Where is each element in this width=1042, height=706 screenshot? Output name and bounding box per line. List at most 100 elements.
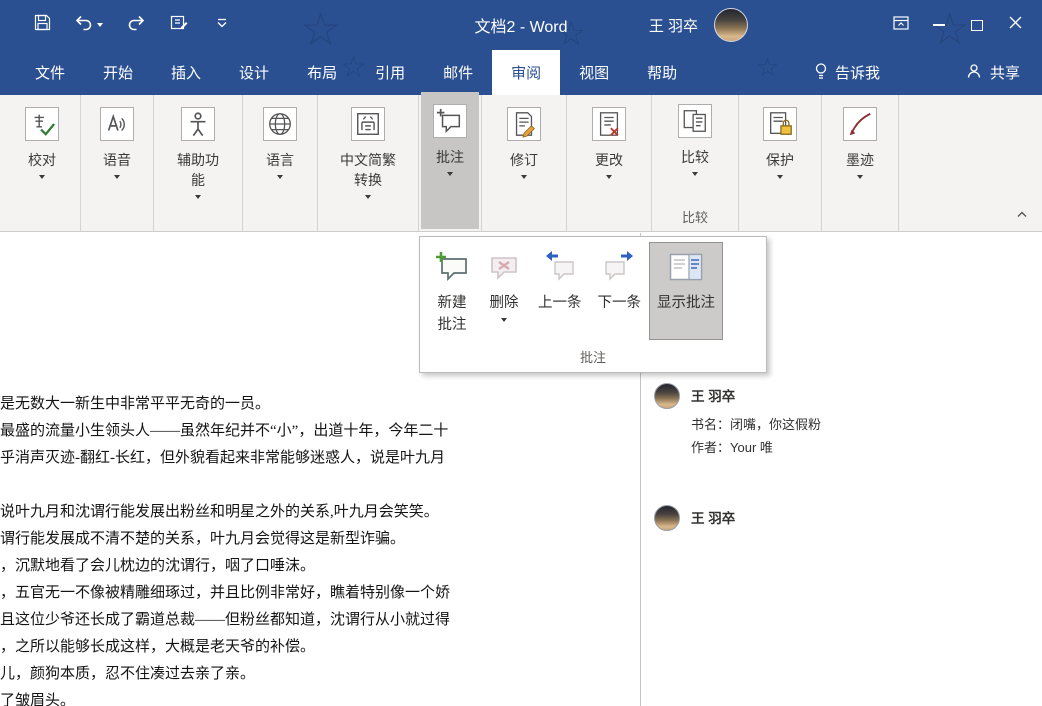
tab-insert[interactable]: 插入 [152,50,220,95]
collapse-ribbon-button[interactable] [1016,205,1028,223]
ribbon-button-protect[interactable]: 保护 [746,98,814,231]
save-button[interactable] [24,7,60,43]
chevron-down-icon [692,172,698,176]
comment-card[interactable]: 王 羽卒 书名：闭嘴，你这假粉 作者：Your 唯 [654,383,1032,459]
language-label: 语言 [266,150,294,170]
account-name[interactable]: 王 羽卒 [649,15,698,36]
protect-icon [763,107,797,141]
speech-label: 语音 [103,150,131,170]
ribbon-review: 校对 语音 [0,95,1042,232]
chevron-down-icon [606,175,612,179]
comment-avatar [654,383,680,409]
document-line: ，沉默地看了会儿枕边的沈谓行，咽了口唾沫。 [0,553,640,580]
changes-icon [592,107,626,141]
comments-label: 批注 [436,147,464,167]
compare-group-label: 比较 [682,205,708,230]
speech-icon [100,107,134,141]
chevron-down-icon [39,175,45,179]
comment-avatar [654,505,680,531]
tab-mailings[interactable]: 邮件 [424,50,492,95]
undo-icon [75,15,93,36]
chevron-down-icon [114,175,120,179]
chevron-up-icon [1016,205,1028,222]
delete-comment-label: 删除 [490,292,519,314]
document-line: 乎消声灭迹-翻红-长红，但外貌看起来非常能够迷惑人，说是叶九月 [0,445,640,472]
next-comment-label: 下一条 [598,292,642,314]
redo-icon [127,15,145,36]
close-button[interactable] [1000,0,1030,50]
document-line: 谓行能发展成不清不楚的关系，叶九月会觉得这是新型诈骗。 [0,526,640,553]
tab-file[interactable]: 文件 [16,50,84,95]
tab-view[interactable]: 视图 [560,50,628,95]
document-line: ，五官无一不像被精雕细琢过，并且比例非常好，瞧着特别像一个娇 [0,580,640,607]
document-line: 最盛的流量小生领头人——虽然年纪并不“小”，出道十年，今年二十 [0,418,640,445]
group-compare: 比较 比较 [652,95,739,231]
comments-menu-group-label: 批注 [426,342,760,372]
group-speech: 语音 [81,95,154,231]
ribbon-button-language[interactable]: 语言 [250,98,310,231]
minimize-button[interactable] [924,0,954,50]
ribbon-button-compare[interactable]: 比较 [659,98,731,176]
customize-quick-access-button[interactable] [204,7,240,43]
titlebar-right: 王 羽卒 [649,0,1042,50]
person-icon [966,63,982,83]
comment-text: 书名：闭嘴，你这假粉 [691,413,821,436]
proofing-label: 校对 [28,150,56,170]
menu-item-next-comment[interactable]: 下一条 [590,242,650,340]
comment-text: 作者：Your 唯 [691,436,821,459]
group-changes: 更改 [567,95,652,231]
chevron-down-icon [277,175,283,179]
menu-item-previous-comment[interactable]: 上一条 [530,242,590,340]
decoration-star: ☆ [556,14,586,54]
proofing-icon [25,107,59,141]
share-label: 共享 [990,62,1020,83]
ribbon-button-tracking[interactable]: 修订 [489,98,559,231]
ribbon-button-changes[interactable]: 更改 [574,98,644,231]
qat-customize-icon [216,16,228,34]
tab-help[interactable]: 帮助 [628,50,696,95]
document-line: 儿，颜狗本质，忍不住凑过去亲了亲。 [0,661,640,688]
comment-card[interactable]: 王 羽卒 [654,505,1032,535]
menu-item-delete-comment[interactable]: 删除 [478,242,530,340]
document-line: 了皱眉头。 [0,688,640,706]
menu-item-show-comments[interactable]: 显示批注 [649,242,723,340]
chevron-down-icon [195,195,201,199]
accessibility-icon [181,107,215,141]
redo-button[interactable] [118,7,154,43]
ribbon-button-proofing[interactable]: 校对 [11,98,73,231]
maximize-button[interactable] [962,0,992,50]
chevron-down-icon [777,175,783,179]
chevron-down-icon [97,23,103,27]
ribbon-button-ink[interactable]: 墨迹 [829,98,891,231]
undo-button[interactable] [67,7,111,43]
menu-item-new-comment[interactable]: 新建 批注 [426,242,478,342]
tab-layout[interactable]: 布局 [288,50,356,95]
tab-design[interactable]: 设计 [220,50,288,95]
account-avatar[interactable] [714,8,748,42]
group-accessibility: 辅助功 能 [154,95,243,231]
tabrow-right: 告诉我 共享 [814,50,1042,95]
group-language: 语言 [243,95,318,231]
tab-review[interactable]: 审阅 [492,50,560,95]
lightbulb-icon [814,62,828,84]
save-icon [34,14,51,36]
share-button[interactable]: 共享 [966,62,1020,83]
ribbon-button-comments[interactable]: 批注 [421,92,479,229]
minimize-icon [933,24,945,26]
ribbon-button-chinese-conversion[interactable]: 中文简繁 转换 [325,98,411,231]
close-icon [1009,16,1022,34]
language-icon [263,107,297,141]
tab-home[interactable]: 开始 [84,50,152,95]
maximize-icon [971,20,983,31]
ribbon-button-speech[interactable]: 语音 [88,98,146,231]
ribbon-display-options-button[interactable] [886,0,916,50]
titlebar: ☆ ☆ ☆ [0,0,1042,50]
chinese-conversion-icon [351,107,385,141]
ribbon-button-accessibility[interactable]: 辅助功 能 [161,98,235,231]
group-chinese-conversion: 中文简繁 转换 [318,95,419,231]
document-line: 说叶九月和沈谓行能发展出粉丝和明星之外的关系,叶九月会笑笑。 [0,499,640,526]
quick-access-extra-button[interactable] [161,7,197,43]
tell-me-button[interactable]: 告诉我 [814,62,880,84]
chevron-down-icon [501,318,507,322]
tab-references[interactable]: 引用 [356,50,424,95]
